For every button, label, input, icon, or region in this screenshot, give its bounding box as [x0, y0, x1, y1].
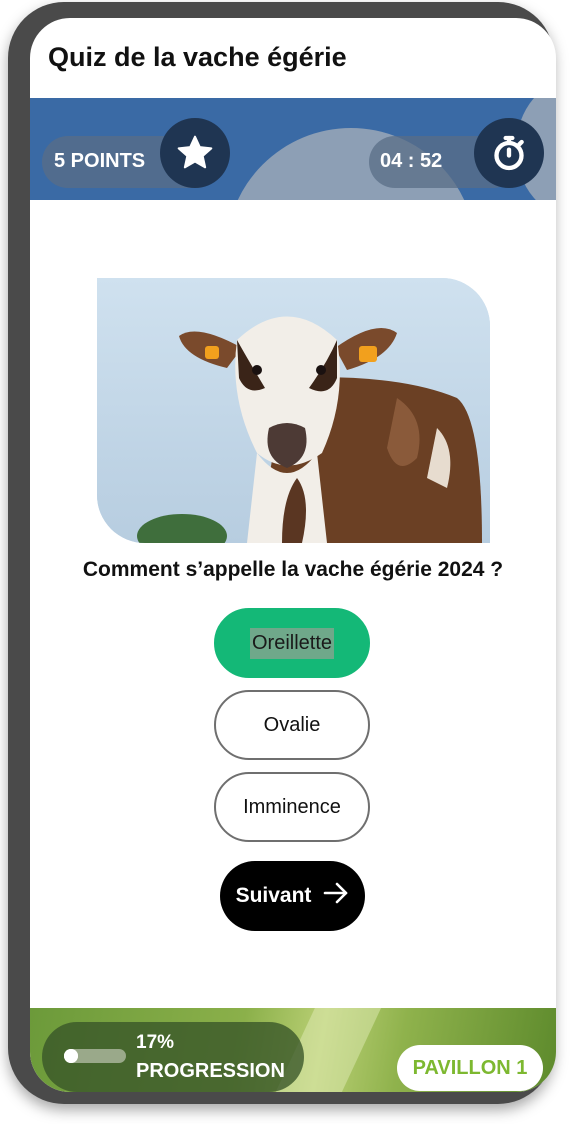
phone-frame: Quiz de la vache égérie 5 POINTS 04 : 52: [8, 2, 556, 1104]
answer-option-1[interactable]: Oreillette: [214, 608, 370, 678]
answer-label: Imminence: [243, 795, 341, 818]
app-screen: Quiz de la vache égérie 5 POINTS 04 : 52: [30, 18, 556, 1092]
answer-option-3[interactable]: Imminence: [214, 772, 370, 842]
timer-label: 04 : 52: [380, 150, 443, 172]
points-label: 5 POINTS: [54, 150, 146, 172]
answer-label: Ovalie: [263, 713, 321, 736]
cow-photo: [97, 278, 490, 543]
stopwatch-icon[interactable]: [474, 118, 544, 188]
pavillon-label: PAVILLON 1: [412, 1056, 528, 1079]
question-text: Comment s’appelle la vache égérie 2024 ?: [82, 558, 504, 581]
pavillon-button[interactable]: PAVILLON 1: [397, 1045, 543, 1091]
progress-percent: 17%: [136, 1032, 175, 1053]
answer-option-2[interactable]: Ovalie: [214, 690, 370, 760]
progress-label: PROGRESSION: [136, 1060, 285, 1082]
progress-bar-knob: [64, 1049, 78, 1063]
next-button[interactable]: Suivant: [220, 861, 365, 931]
answer-label: Oreillette: [249, 627, 335, 659]
next-button-label: Suivant: [235, 884, 312, 907]
page-title: Quiz de la vache égérie: [48, 42, 347, 72]
arrow-right-icon: [323, 881, 349, 911]
star-icon[interactable]: [160, 118, 230, 188]
